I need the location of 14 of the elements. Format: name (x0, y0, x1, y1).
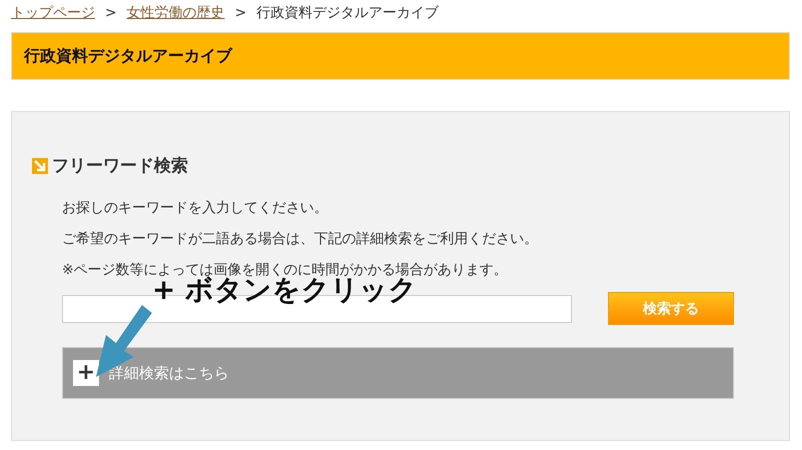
instruction-text: ※ページ数等によっては画像を開くのに時間がかかる場合があります。 (62, 261, 509, 278)
section-heading: フリーワード検索 (52, 155, 188, 177)
breadcrumb-link[interactable]: トップページ (11, 4, 95, 22)
expand-button[interactable]: + (73, 360, 99, 386)
breadcrumb-separator: > (234, 5, 246, 21)
pointer-arrow-icon (94, 305, 154, 379)
breadcrumb-link[interactable]: 女性労働の歴史 (126, 4, 225, 22)
instruction-text: ご希望のキーワードが二語ある場合は、下記の詳細検索をご利用ください。 (62, 230, 539, 248)
instruction-text: お探しのキーワードを入力してください。 (62, 199, 329, 217)
breadcrumb-current: 行政資料デジタルアーカイブ (256, 4, 438, 22)
arrow-icon (32, 158, 48, 174)
page-title: 行政資料デジタルアーカイブ (24, 46, 232, 66)
breadcrumb-separator: > (105, 5, 117, 21)
annotation-text: + ボタンをクリック (152, 276, 418, 304)
